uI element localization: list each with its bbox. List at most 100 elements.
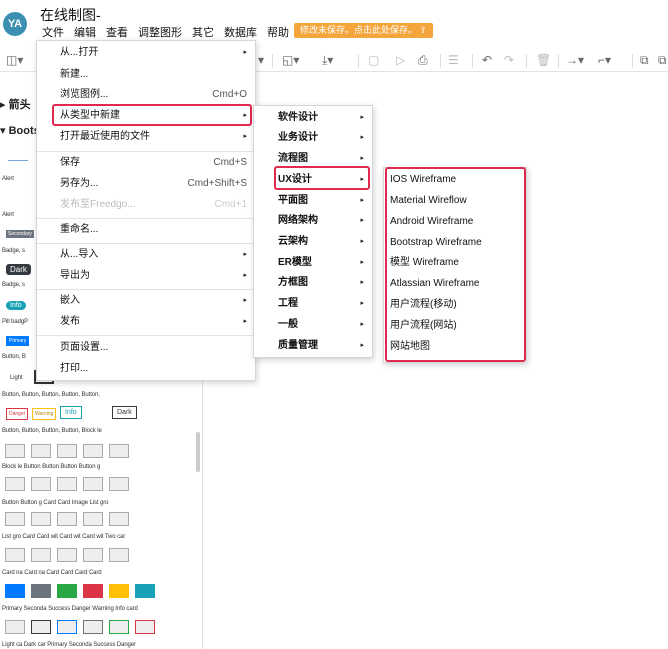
play-icon[interactable]: ▷ bbox=[396, 53, 405, 67]
shape-thumbnail[interactable] bbox=[83, 620, 103, 634]
shape-thumbnail[interactable] bbox=[83, 584, 103, 598]
info-button-shape[interactable]: Info bbox=[60, 406, 82, 419]
to-back-icon[interactable]: ⧉ bbox=[658, 53, 667, 68]
alert-shape[interactable] bbox=[8, 160, 28, 161]
frame-icon[interactable]: ▢ bbox=[368, 53, 379, 67]
shape-thumbnail[interactable] bbox=[31, 477, 51, 491]
shape-thumbnail[interactable] bbox=[5, 584, 25, 598]
menu-item-recent-files[interactable]: 打开最近使用的文件 ▸ bbox=[37, 127, 255, 147]
menu-item-label: 浏览图例... bbox=[60, 89, 109, 100]
menu-help[interactable]: 帮助 bbox=[267, 24, 289, 40]
to-front-icon[interactable]: ⧉ bbox=[640, 53, 649, 68]
connector-icon[interactable]: →▾ bbox=[566, 53, 584, 67]
avatar[interactable]: YA bbox=[3, 12, 27, 36]
type-item-general[interactable]: 一般 ▸ bbox=[254, 315, 372, 335]
menu-database[interactable]: 数据库 bbox=[224, 24, 257, 40]
dark-badge-shape[interactable]: Dark bbox=[6, 264, 31, 275]
primary-button-shape[interactable]: Primary bbox=[6, 336, 30, 346]
section-bootstrap[interactable]: ▾ Boots bbox=[0, 124, 40, 137]
shape-thumbnail[interactable] bbox=[31, 512, 51, 526]
type-item-software-design[interactable]: 软件设计 ▸ bbox=[254, 108, 372, 128]
menu-item-print[interactable]: 打印... bbox=[37, 359, 255, 379]
print-icon[interactable]: ⎙ bbox=[418, 53, 428, 68]
waypoint-icon[interactable]: ⌐▾ bbox=[598, 53, 611, 67]
shape-thumbnail[interactable] bbox=[57, 584, 77, 598]
shape-thumbnail[interactable] bbox=[135, 584, 155, 598]
menu-item-new[interactable]: 新建... bbox=[37, 65, 255, 85]
type-item-cloud[interactable]: 云架构 ▸ bbox=[254, 232, 372, 252]
type-item-block-diagram[interactable]: 方框图 ▸ bbox=[254, 273, 372, 293]
type-item-quality[interactable]: 质量管理 ▸ bbox=[254, 336, 372, 356]
shape-thumbnail[interactable] bbox=[5, 548, 25, 562]
shape-thumbnail[interactable] bbox=[31, 548, 51, 562]
menu-item-embed[interactable]: 嵌入 ▸ bbox=[37, 291, 255, 311]
menu-item-rename[interactable]: 重命名... bbox=[37, 220, 255, 240]
info-pill-shape[interactable]: Info bbox=[6, 301, 26, 310]
shape-thumbnail[interactable] bbox=[135, 620, 155, 634]
insert-icon[interactable]: ⤓▾ bbox=[322, 53, 333, 68]
menu-item-save-as[interactable]: 另存为... Cmd+Shift+S bbox=[37, 174, 255, 194]
shape-thumbnail[interactable] bbox=[31, 584, 51, 598]
shape-thumbnail[interactable] bbox=[31, 620, 51, 634]
shape-thumbnail[interactable] bbox=[31, 444, 51, 458]
menu-item-label: 嵌入 bbox=[60, 295, 80, 306]
format-icon[interactable]: ▾ bbox=[258, 53, 264, 67]
danger-button-shape[interactable]: Danger bbox=[6, 408, 29, 420]
section-arrows[interactable]: ▸ 箭头 bbox=[0, 96, 31, 112]
shape-thumbnail[interactable] bbox=[109, 477, 129, 491]
type-submenu: 软件设计 ▸ 业务设计 ▸ 流程图 ▸ UX设计 ▸ 平面图 ▸ 网络架构 ▸ 云架构 ▸ E… bbox=[253, 105, 373, 358]
shape-thumbnail[interactable] bbox=[57, 444, 77, 458]
redo-icon[interactable]: ↷ bbox=[504, 53, 514, 67]
shape-thumbnail[interactable] bbox=[109, 584, 129, 598]
shape-label: Card na Card na Card Card Card Card bbox=[2, 570, 102, 576]
shape-thumbnail[interactable] bbox=[109, 444, 129, 458]
menu-arrange[interactable]: 调整图形 bbox=[138, 24, 182, 40]
shape-thumbnail[interactable] bbox=[109, 512, 129, 526]
undo-icon[interactable]: ↶ bbox=[482, 53, 492, 67]
shape-thumbnail[interactable] bbox=[109, 548, 129, 562]
shape-thumbnail[interactable] bbox=[83, 512, 103, 526]
shape-thumbnail[interactable] bbox=[57, 512, 77, 526]
type-item-network[interactable]: 网络架构 ▸ bbox=[254, 211, 372, 231]
dark-button-shape[interactable]: Dark bbox=[112, 406, 137, 419]
menu-item-label: 导出为 bbox=[60, 270, 90, 281]
save-warning-button[interactable]: 修改未保存。点击此处保存。 ⇪ bbox=[294, 23, 434, 38]
shape-thumbnail[interactable] bbox=[57, 548, 77, 562]
type-item-floor-plan[interactable]: 平面图 ▸ bbox=[254, 191, 372, 211]
menu-item-label: 发布至Freedgo... bbox=[60, 199, 136, 210]
shape-style-icon[interactable]: ◱▾ bbox=[282, 53, 299, 67]
menu-item-save[interactable]: 保存 Cmd+S bbox=[37, 153, 255, 173]
type-item-er-model[interactable]: ER模型 ▸ bbox=[254, 253, 372, 273]
shape-thumbnail[interactable] bbox=[5, 620, 25, 634]
shape-thumbnail[interactable] bbox=[83, 477, 103, 491]
menu-item-import-from[interactable]: 从...导入 ▸ bbox=[37, 245, 255, 265]
shape-thumbnail[interactable] bbox=[109, 620, 129, 634]
shape-thumbnail[interactable] bbox=[83, 444, 103, 458]
shape-thumbnail[interactable] bbox=[83, 548, 103, 562]
shape-row bbox=[5, 548, 129, 562]
menu-other[interactable]: 其它 bbox=[192, 24, 214, 40]
shape-thumbnail[interactable] bbox=[5, 512, 25, 526]
menu-view[interactable]: 查看 bbox=[106, 24, 128, 40]
shape-thumbnail[interactable] bbox=[5, 444, 25, 458]
shape-thumbnail[interactable] bbox=[57, 620, 77, 634]
sidebar-scrollbar[interactable] bbox=[196, 432, 200, 472]
layers-icon[interactable]: ☰ bbox=[448, 53, 459, 67]
menu-item-export-as[interactable]: 导出为 ▸ bbox=[37, 266, 255, 286]
shape-thumbnail[interactable] bbox=[5, 477, 25, 491]
type-item-business-design[interactable]: 业务设计 ▸ bbox=[254, 128, 372, 148]
menu-item-publish[interactable]: 发布 ▸ bbox=[37, 312, 255, 332]
warning-button-shape[interactable]: Warning bbox=[32, 408, 57, 420]
page-view-icon[interactable]: ◫▾ bbox=[6, 53, 23, 67]
menu-item-label: 打印... bbox=[60, 363, 89, 374]
menu-file[interactable]: 文件 bbox=[42, 24, 64, 40]
badge-shape[interactable]: Secondary bbox=[6, 230, 34, 238]
shape-thumbnail[interactable] bbox=[57, 477, 77, 491]
highlight-ux-options bbox=[385, 167, 526, 362]
menu-item-page-setup[interactable]: 页面设置... bbox=[37, 338, 255, 358]
delete-icon[interactable]: 🗑 bbox=[536, 53, 551, 67]
menu-item-browse-examples[interactable]: 浏览图例... Cmd+O bbox=[37, 85, 255, 105]
type-item-engineering[interactable]: 工程 ▸ bbox=[254, 294, 372, 314]
menu-edit[interactable]: 编辑 bbox=[74, 24, 96, 40]
menu-item-open-from[interactable]: 从...打开 ▸ bbox=[37, 43, 255, 63]
